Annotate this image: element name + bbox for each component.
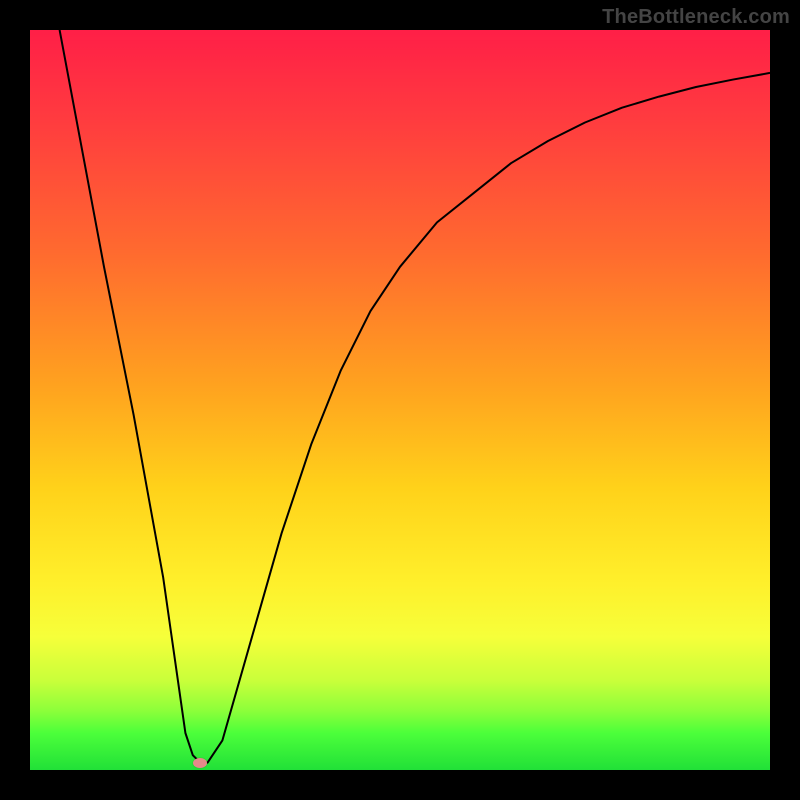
plot-area: [30, 30, 770, 770]
optimum-marker: [193, 758, 207, 768]
curve-svg: [30, 30, 770, 770]
bottleneck-curve: [60, 30, 770, 763]
chart-frame: TheBottleneck.com: [0, 0, 800, 800]
watermark-text: TheBottleneck.com: [602, 6, 790, 29]
